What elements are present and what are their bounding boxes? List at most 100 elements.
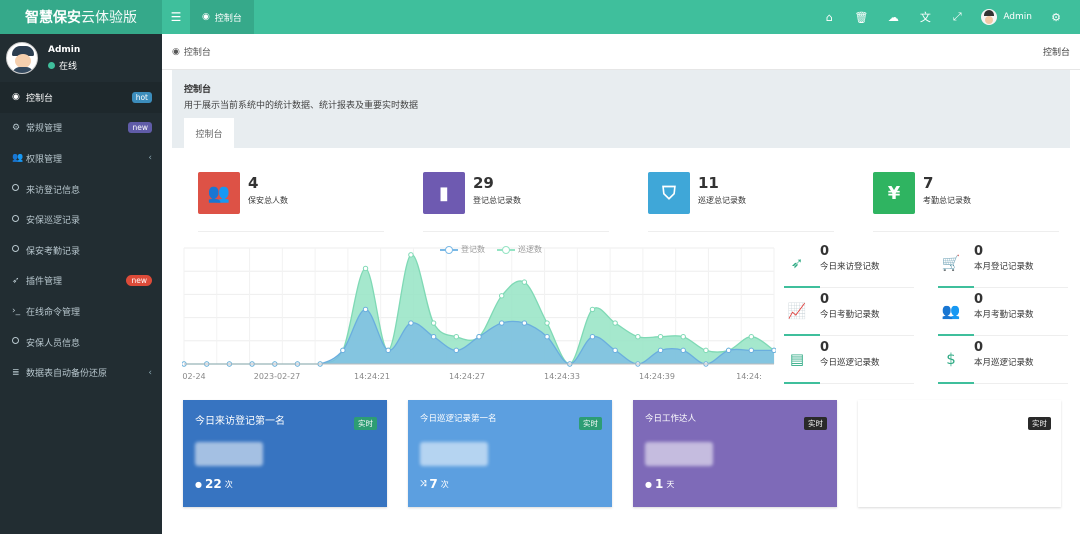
mini-stat-label: 本月巡逻记录数 — [974, 358, 1034, 368]
main-content: ◉ 控制台 控制台 控制台 用于展示当前系统中的统计数据、统计报表及重要实时数据… — [162, 34, 1080, 534]
card-title: 今日工作达人 — [645, 414, 697, 424]
data-point[interactable] — [340, 347, 346, 354]
card-title: 今日巡逻记录第一名 — [420, 414, 497, 424]
sidebar-item-1[interactable]: ⚙ 常规管理 new — [0, 113, 162, 144]
x-tick-label: 2023-02-27 — [254, 372, 301, 381]
data-point[interactable] — [476, 334, 482, 340]
mini-stat-value: 0 — [820, 340, 830, 355]
list-icon: ≣ — [12, 367, 20, 378]
sidebar-item-6[interactable]: ➶ 插件管理 new — [0, 266, 162, 297]
card-count: 7 — [429, 477, 438, 491]
data-point[interactable] — [612, 320, 618, 326]
data-point[interactable] — [612, 347, 618, 354]
blurred-name — [195, 442, 263, 466]
data-point[interactable] — [703, 347, 709, 354]
stat-card: ▮ 29 登记总记录数 — [423, 172, 609, 232]
mini-stat: ➶ 0 今日来访登记数 — [784, 244, 912, 282]
data-point[interactable] — [385, 347, 391, 354]
sidebar-item-8[interactable]: 安保人员信息 — [0, 327, 162, 358]
x-tick-label: 14:24:33 — [544, 372, 580, 381]
menu-badge: hot — [131, 91, 152, 103]
legend-item[interactable]: 巡逻数 — [497, 244, 542, 255]
sidebar-item-label: 安保人员信息 — [26, 338, 81, 349]
comment-icon: ● — [870, 475, 880, 484]
user-menu[interactable]: Admin — [973, 9, 1040, 25]
data-point[interactable] — [725, 347, 732, 354]
breadcrumb-right[interactable]: 控制台 — [1043, 45, 1070, 58]
home-icon[interactable]: ⌂ — [813, 0, 845, 34]
data-point[interactable] — [430, 334, 437, 340]
divider — [938, 334, 1068, 336]
data-point[interactable] — [544, 320, 550, 326]
data-point[interactable] — [362, 265, 369, 272]
data-point[interactable] — [430, 320, 437, 326]
book-icon: ▮ — [423, 172, 465, 214]
data-point[interactable] — [680, 334, 686, 340]
card-count: 22 — [204, 477, 222, 491]
card-footer: ⤨ 7 次 — [420, 477, 449, 491]
trash-icon[interactable]: 🗑 — [845, 0, 877, 34]
cloud-upload-icon[interactable]: ☁ — [877, 0, 909, 34]
stat-label: 巡逻总记录数 — [698, 196, 746, 205]
mini-stat: 🛒 0 本月登记记录数 — [938, 244, 1066, 282]
shuffle-icon: ⤨ — [420, 479, 427, 488]
mini-stat-value: 0 — [974, 292, 984, 307]
data-point[interactable] — [453, 347, 460, 354]
legend-item[interactable]: 登记数 — [440, 244, 485, 255]
realtime-badge: 实时 — [579, 417, 602, 430]
yen-icon: ¥ — [873, 172, 915, 214]
avatar — [981, 9, 998, 25]
data-point[interactable] — [657, 347, 664, 354]
data-point[interactable] — [408, 320, 414, 326]
mini-stat-value: 0 — [820, 244, 830, 259]
top-ranking-card: 今日工作达人 实时 ● 1 天 — [633, 400, 837, 507]
data-point[interactable] — [521, 320, 528, 326]
legend-label: 登记数 — [461, 245, 485, 254]
panel-header: 控制台 用于展示当前系统中的统计数据、统计报表及重要实时数据 控制台 — [172, 70, 1070, 148]
x-tick-label: 02-24 — [182, 372, 205, 381]
blurred-name — [420, 442, 488, 466]
data-point[interactable] — [362, 306, 369, 313]
sidebar-item-label: 控制台 — [26, 93, 54, 104]
menu-toggle-icon[interactable]: ☰ — [162, 0, 190, 34]
mini-stat-label: 今日巡逻记录数 — [820, 358, 880, 368]
sidebar-item-9[interactable]: ≣ 数据表自动备份还原 ‹ — [0, 357, 162, 388]
settings-icon[interactable]: ⚙ — [1040, 0, 1072, 34]
data-point[interactable] — [680, 347, 686, 354]
fullscreen-icon[interactable]: ⤢ — [941, 0, 973, 34]
area-chart: 02-24 2023-02-27 14:24:21 14:24:27 14:24:33 1… — [181, 247, 777, 381]
data-point[interactable] — [498, 293, 505, 299]
data-point[interactable] — [453, 334, 460, 340]
data-point[interactable] — [771, 347, 777, 354]
sidebar-item-3[interactable]: 来访登记信息 — [0, 174, 162, 205]
tab-dashboard-panel[interactable]: 控制台 — [184, 118, 234, 148]
likes-label: ♟ 点赞次数 — [970, 475, 1012, 484]
card-footer: ● 22 次 — [195, 477, 233, 491]
data-point[interactable] — [748, 347, 755, 354]
sidebar-item-7[interactable]: ›_ 在线命令管理 — [0, 296, 162, 327]
language-icon[interactable]: 文 — [909, 0, 941, 34]
tab-dashboard[interactable]: ◉ 控制台 — [190, 0, 254, 34]
area-chart-icon: 📈 — [787, 302, 807, 320]
data-point[interactable] — [635, 334, 641, 340]
sidebar-item-2[interactable]: 👥 权限管理 ‹ — [0, 143, 162, 174]
brand-logo[interactable]: 智慧保安 云体验版 — [0, 0, 162, 34]
data-point[interactable] — [521, 279, 528, 285]
sidebar-item-5[interactable]: 保安考勤记录 — [0, 235, 162, 266]
data-point[interactable] — [748, 334, 755, 340]
data-point[interactable] — [408, 252, 414, 258]
data-point[interactable] — [589, 334, 596, 340]
news-stats-card: 新闻统计 实时 5302 ● 评论次数 8205 ♟ 点赞次数 — [858, 400, 1061, 507]
sidebar-item-4[interactable]: 安保巡逻记录 — [0, 204, 162, 235]
sidebar-item-0[interactable]: ◉ 控制台 hot — [0, 82, 162, 113]
breadcrumb-current: 控制台 — [183, 48, 211, 58]
user-status: 在线 — [48, 59, 80, 72]
data-point[interactable] — [589, 306, 596, 313]
sidebar-item-label: 在线命令管理 — [26, 307, 81, 318]
top-username: Admin — [1003, 12, 1032, 22]
user-avatar — [6, 42, 38, 74]
data-point[interactable] — [544, 334, 550, 340]
divider — [784, 382, 914, 384]
data-point[interactable] — [498, 320, 505, 326]
data-point[interactable] — [657, 334, 664, 340]
